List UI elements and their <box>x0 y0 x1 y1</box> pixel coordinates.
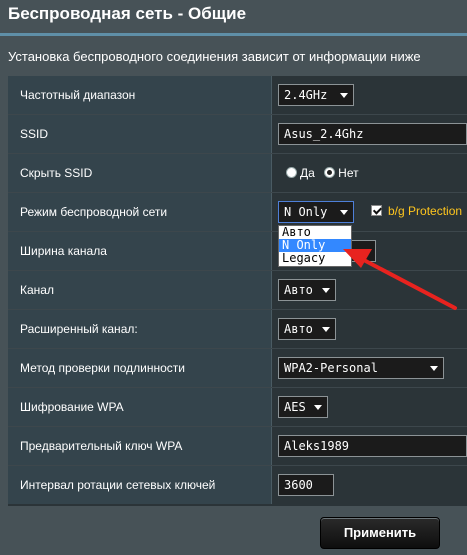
apply-button[interactable]: Применить <box>320 517 440 549</box>
annotation-arrow-icon <box>343 249 457 310</box>
